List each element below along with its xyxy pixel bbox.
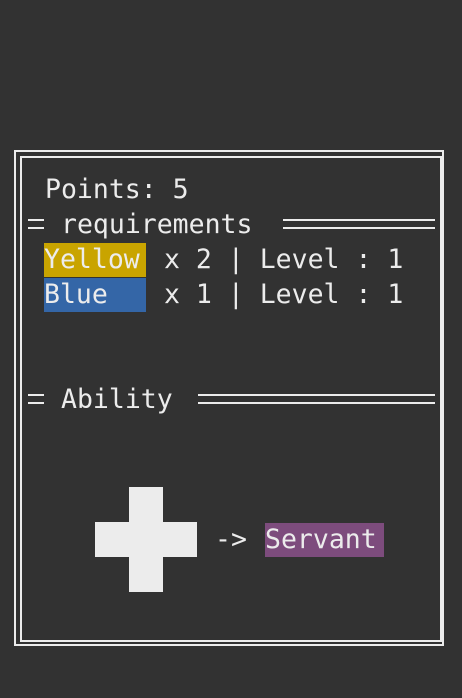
requirements-rule-left <box>28 219 44 229</box>
requirement-color-blue: Blue <box>44 278 146 312</box>
ability-result-servant: Servant <box>265 523 384 557</box>
points-label: Points: 5 <box>45 174 189 205</box>
ability-rule-right <box>198 394 435 404</box>
requirement-detail-blue: x 1 | Level : 1 <box>164 279 404 310</box>
ability-arrow: -> <box>215 524 247 555</box>
plus-cross-horizontal <box>95 522 197 557</box>
ability-rule-left <box>28 394 44 404</box>
ability-header: Ability <box>61 384 173 415</box>
requirement-color-yellow: Yellow <box>44 243 146 277</box>
requirements-rule-right <box>283 219 435 229</box>
requirement-detail-yellow: x 2 | Level : 1 <box>164 244 404 275</box>
requirements-header: requirements <box>61 209 253 240</box>
